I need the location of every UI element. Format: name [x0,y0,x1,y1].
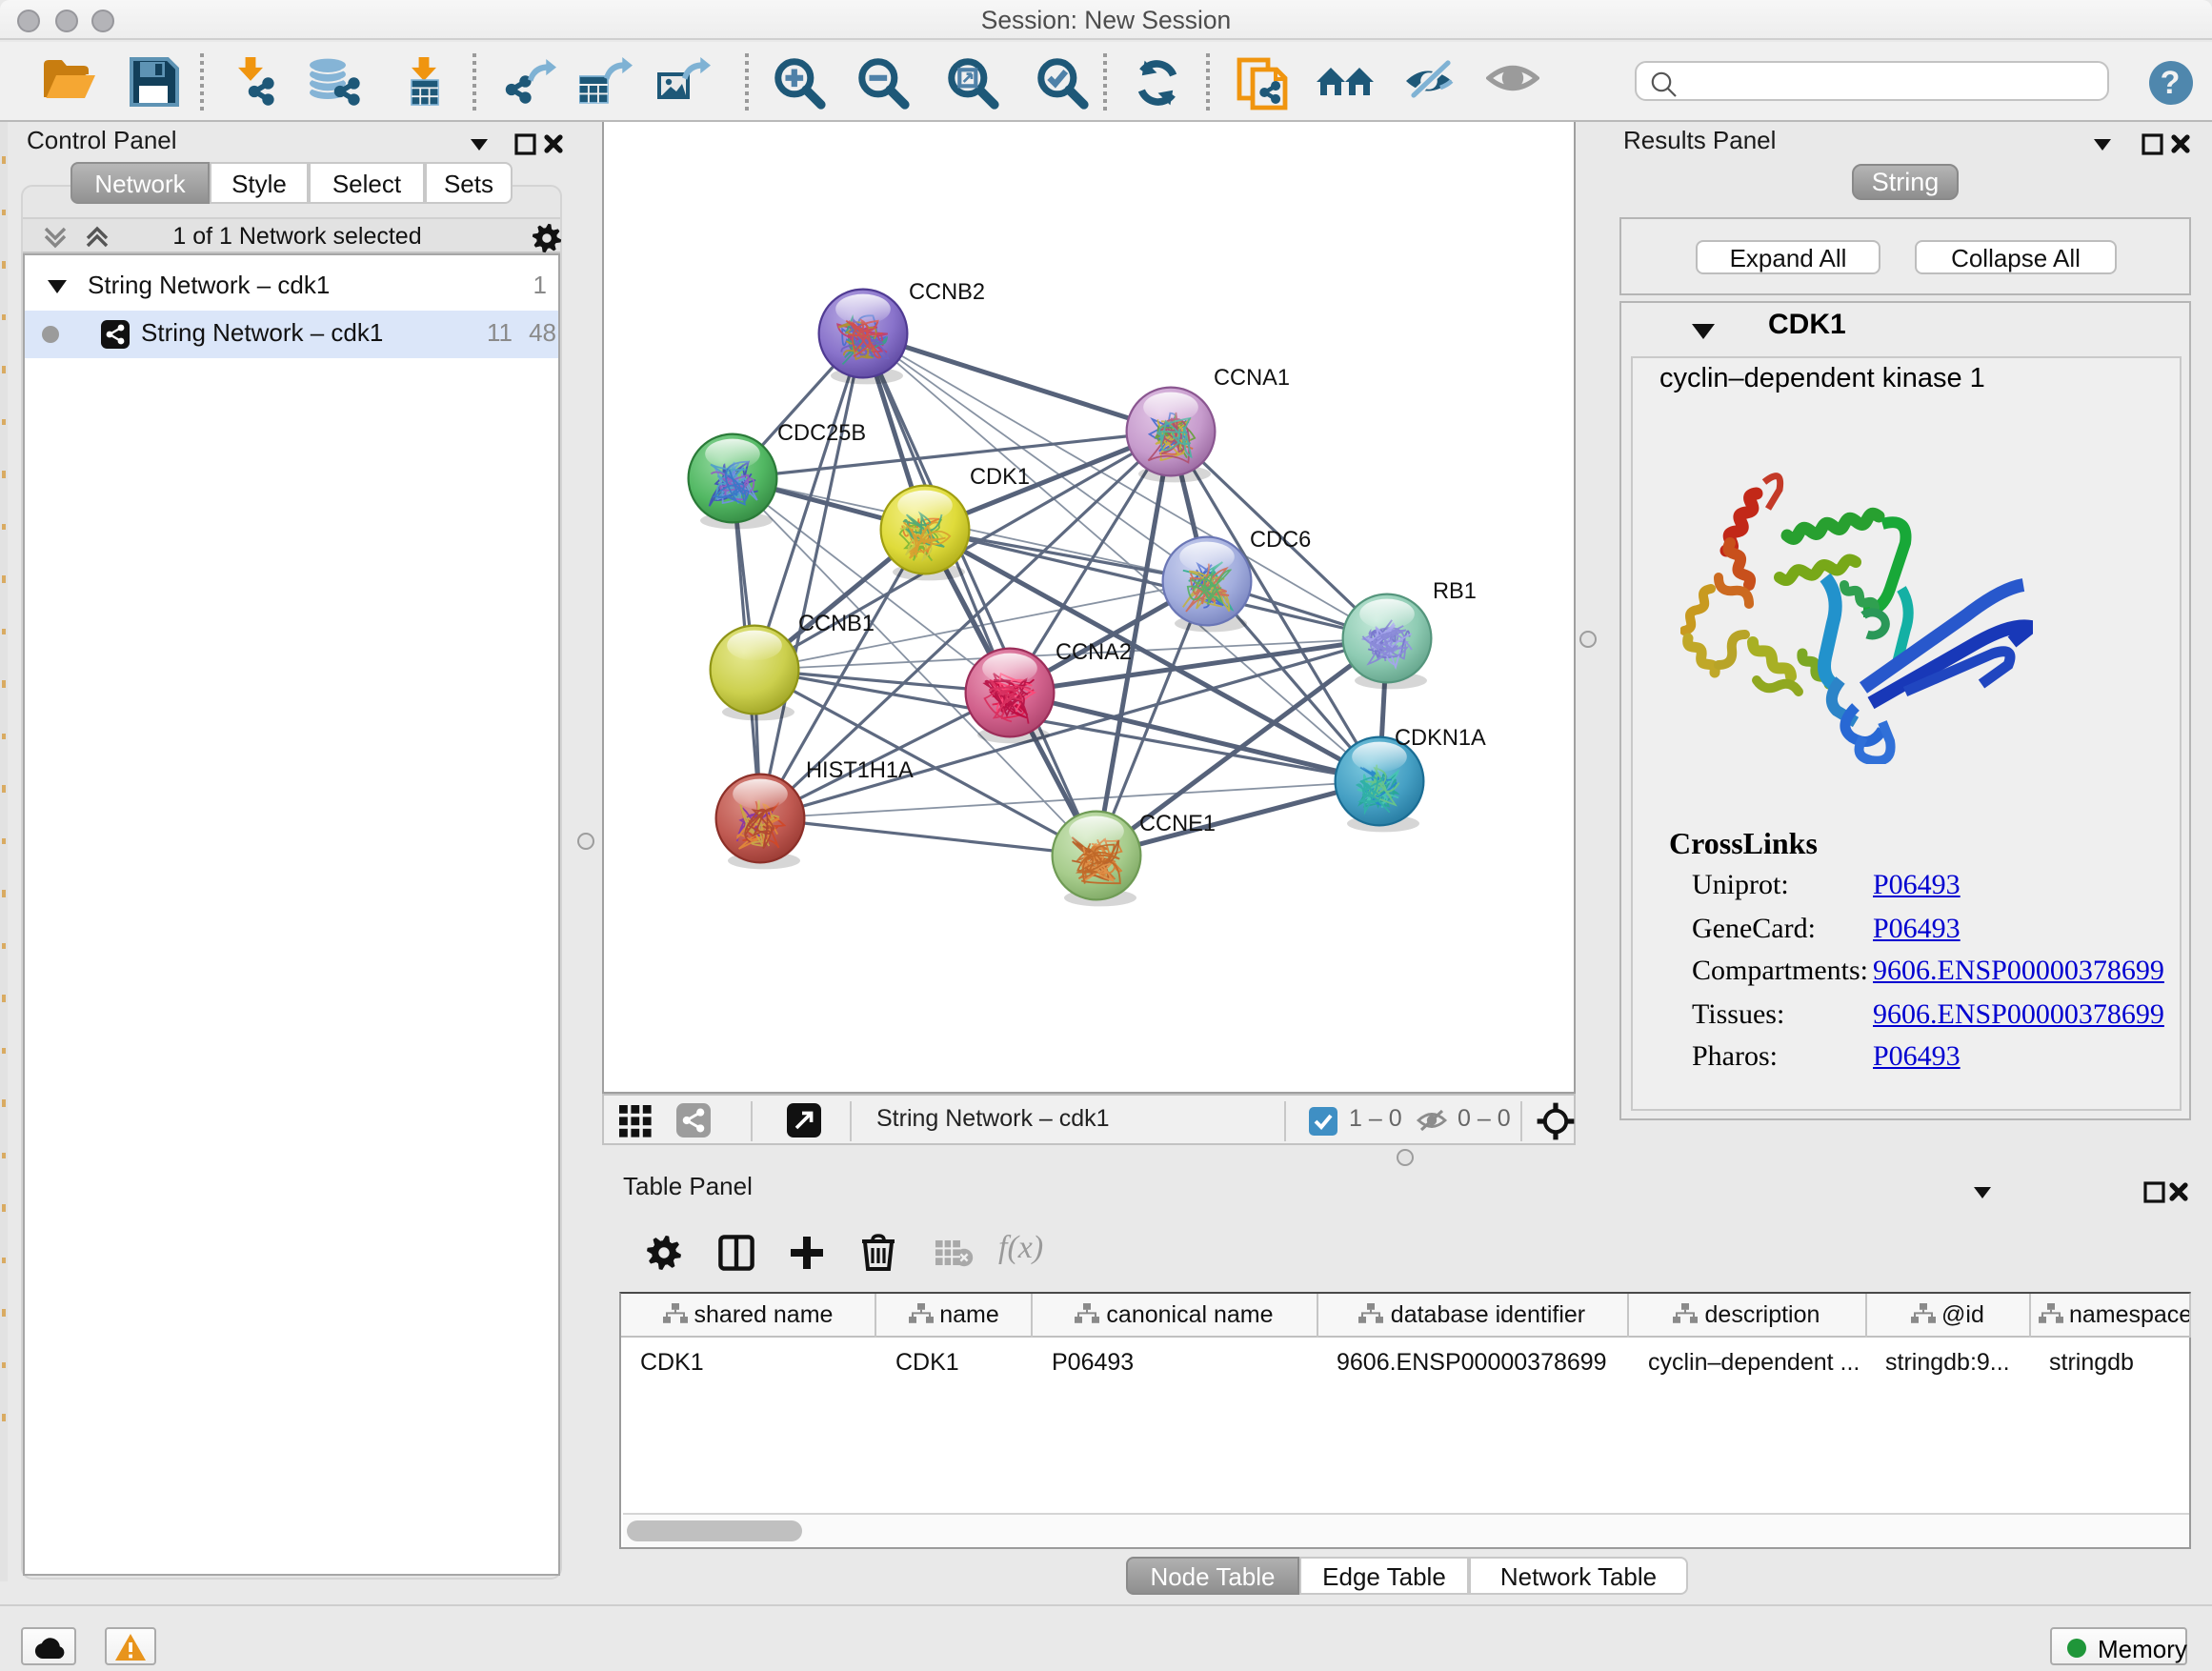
svg-text:CCNA2: CCNA2 [1056,640,1132,665]
svg-text:CDKN1A: CDKN1A [1395,726,1486,751]
svg-text:CCNE1: CCNE1 [1139,812,1216,836]
svg-text:HIST1H1A: HIST1H1A [806,758,914,783]
svg-text:CCNB1: CCNB1 [798,612,875,636]
svg-text:CCNB2: CCNB2 [909,280,985,305]
svg-text:RB1: RB1 [1433,579,1477,604]
svg-text:CDK1: CDK1 [970,465,1030,490]
svg-text:CDC25B: CDC25B [777,421,866,446]
svg-text:CCNA1: CCNA1 [1214,366,1290,391]
svg-text:CDC6: CDC6 [1250,528,1311,553]
